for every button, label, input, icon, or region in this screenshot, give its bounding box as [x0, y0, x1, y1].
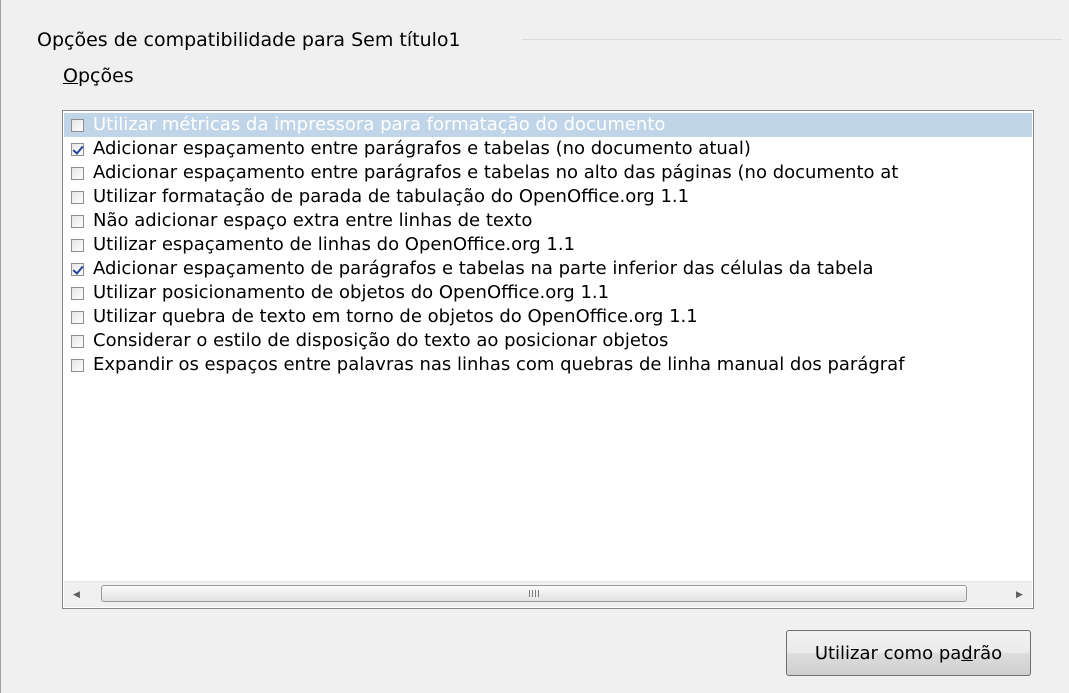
checkbox-unchecked[interactable] [71, 358, 84, 372]
grip-icon [529, 590, 539, 597]
checkbox-unchecked[interactable] [71, 118, 84, 132]
option-label: Utilizar posicionamento de objetos do Op… [93, 282, 610, 303]
checkbox-unchecked[interactable] [71, 214, 84, 228]
option-row[interactable]: Expandir os espaços entre palavras nas l… [64, 353, 1032, 377]
group-separator-line [522, 39, 1062, 40]
option-row[interactable]: Considerar o estilo de disposição do tex… [64, 329, 1032, 353]
arrow-left-icon: ◀ [73, 589, 80, 600]
options-label-rest: pções [77, 65, 134, 87]
option-label: Utilizar métricas da impressora para for… [93, 114, 666, 135]
option-row[interactable]: Adicionar espaçamento entre parágrafos e… [64, 137, 1032, 161]
checkbox-unchecked[interactable] [71, 238, 84, 252]
checkbox-unchecked[interactable] [71, 166, 84, 180]
use-as-default-button[interactable]: Utilizar como padrão [786, 630, 1031, 676]
scroll-right-button[interactable]: ▶ [1007, 582, 1032, 607]
arrow-right-icon: ▶ [1016, 589, 1023, 600]
option-label: Adicionar espaçamento de parágrafos e ta… [93, 258, 874, 279]
group-title: Opções de compatibilidade para Sem títul… [37, 29, 461, 51]
option-label: Utilizar quebra de texto em torno de obj… [93, 306, 698, 327]
button-label-mnemonic: d [961, 642, 973, 664]
option-row[interactable]: Adicionar espaçamento de parágrafos e ta… [64, 257, 1032, 281]
checkbox-unchecked[interactable] [71, 286, 84, 300]
horizontal-scrollbar[interactable]: ◀ ▶ [64, 581, 1032, 607]
button-label-post: rão [972, 642, 1003, 664]
checkbox-unchecked[interactable] [71, 190, 84, 204]
checkbox-checked[interactable] [71, 142, 84, 156]
option-row[interactable]: Utilizar espaçamento de linhas do OpenOf… [64, 233, 1032, 257]
option-label: Utilizar formatação de parada de tabulaç… [93, 186, 690, 207]
scroll-thumb[interactable] [101, 585, 967, 602]
checkbox-unchecked[interactable] [71, 334, 84, 348]
options-label: Opções [63, 64, 134, 88]
option-label: Considerar o estilo de disposição do tex… [93, 330, 669, 351]
options-list[interactable]: Utilizar métricas da impressora para for… [62, 110, 1034, 609]
options-list-content: Utilizar métricas da impressora para for… [64, 112, 1032, 582]
option-label: Adicionar espaçamento entre parágrafos e… [93, 162, 899, 183]
checkbox-unchecked[interactable] [71, 310, 84, 324]
option-row[interactable]: Utilizar métricas da impressora para for… [64, 113, 1032, 137]
option-row[interactable]: Não adicionar espaço extra entre linhas … [64, 209, 1032, 233]
window-left-border [0, 0, 1, 693]
option-label: Adicionar espaçamento entre parágrafos e… [93, 138, 751, 159]
option-row[interactable]: Adicionar espaçamento entre parágrafos e… [64, 161, 1032, 185]
option-row[interactable]: Utilizar quebra de texto em torno de obj… [64, 305, 1032, 329]
option-label: Não adicionar espaço extra entre linhas … [93, 210, 533, 231]
options-label-mnemonic: O [63, 65, 78, 87]
option-row[interactable]: Utilizar posicionamento de objetos do Op… [64, 281, 1032, 305]
scroll-left-button[interactable]: ◀ [64, 582, 89, 607]
button-label-pre: Utilizar como pa [814, 642, 962, 664]
checkbox-checked[interactable] [71, 262, 84, 276]
option-label: Utilizar espaçamento de linhas do OpenOf… [93, 234, 576, 255]
option-label: Expandir os espaços entre palavras nas l… [93, 354, 905, 375]
option-row[interactable]: Utilizar formatação de parada de tabulaç… [64, 185, 1032, 209]
